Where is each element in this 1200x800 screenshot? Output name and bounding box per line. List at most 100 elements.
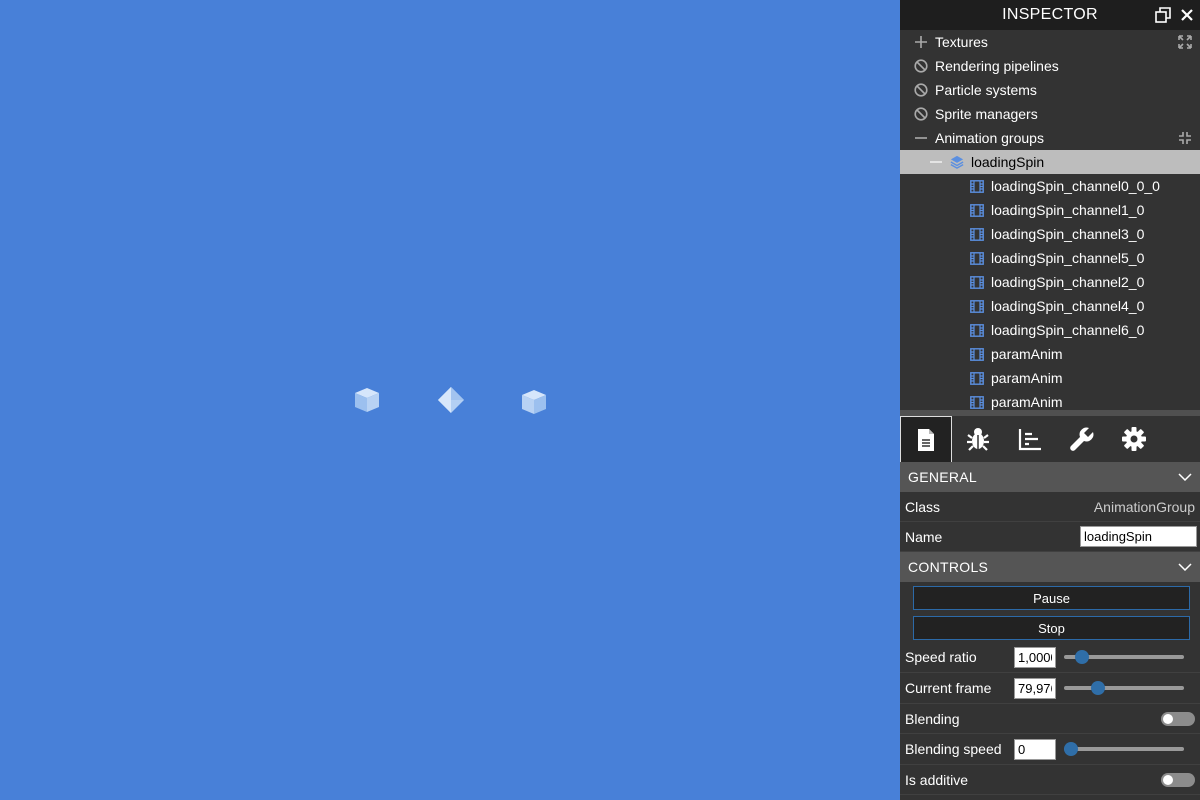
tree-category-sprite-managers[interactable]: Sprite managers xyxy=(900,102,1200,126)
general-section-header[interactable]: GENERAL xyxy=(900,462,1200,492)
tree-item-animation[interactable]: loadingSpin_channel0_0_0 xyxy=(900,174,1200,198)
pause-row: Pause xyxy=(900,582,1200,612)
class-value: AnimationGroup xyxy=(1093,498,1195,515)
stop-row: Stop xyxy=(900,612,1200,642)
chevron-down-icon xyxy=(1178,473,1192,481)
controls-section-header[interactable]: CONTROLS xyxy=(900,552,1200,582)
diamond-center xyxy=(438,387,464,413)
slider-thumb[interactable] xyxy=(1090,681,1105,695)
minus-icon[interactable] xyxy=(914,131,928,145)
inspector-title: INSPECTOR xyxy=(1002,6,1098,23)
speed-ratio-row: Speed ratio xyxy=(900,642,1200,673)
close-icon[interactable] xyxy=(1178,6,1196,24)
name-row: Name xyxy=(900,522,1200,552)
inspector-header: INSPECTOR xyxy=(900,0,1200,30)
section-title: CONTROLS xyxy=(908,559,989,575)
is-additive-row: Is additive xyxy=(900,765,1200,795)
stop-button[interactable]: Stop xyxy=(913,616,1190,640)
collapse-all-icon[interactable] xyxy=(1178,131,1192,145)
is-additive-toggle[interactable] xyxy=(1161,772,1195,787)
film-icon xyxy=(970,251,984,265)
tree-item-label: paramAnim xyxy=(991,370,1063,386)
tree-category-label: Sprite managers xyxy=(935,106,1038,122)
blending-speed-row: Blending speed xyxy=(900,734,1200,765)
current-frame-input[interactable] xyxy=(1014,677,1056,699)
tree-item-animation[interactable]: paramAnim xyxy=(900,342,1200,366)
current-frame-label: Current frame xyxy=(905,680,992,696)
chevron-down-icon xyxy=(1178,563,1192,571)
toggle-knob xyxy=(1163,774,1173,785)
slider-thumb[interactable] xyxy=(1074,650,1089,664)
blending-speed-input[interactable] xyxy=(1014,738,1056,760)
name-input[interactable] xyxy=(1080,526,1197,547)
blending-speed-label: Blending speed xyxy=(905,741,1002,757)
speed-ratio-input[interactable] xyxy=(1014,646,1056,668)
blending-label: Blending xyxy=(905,710,960,727)
inspector-tabs xyxy=(900,414,1200,462)
cube-right xyxy=(522,390,546,414)
popout-icon[interactable] xyxy=(1154,6,1172,24)
current-frame-row: Current frame xyxy=(900,673,1200,704)
scene-viewport[interactable] xyxy=(0,0,900,800)
speed-ratio-label: Speed ratio xyxy=(905,649,977,665)
slider-thumb[interactable] xyxy=(1064,742,1078,756)
film-icon xyxy=(970,203,984,217)
tree-item-animation[interactable]: loadingSpin_channel6_0 xyxy=(900,318,1200,342)
blending-toggle[interactable] xyxy=(1161,711,1195,726)
is-additive-label: Is additive xyxy=(905,771,969,788)
layers-icon xyxy=(950,155,964,169)
tree-category-particle-systems[interactable]: Particle systems xyxy=(900,78,1200,102)
film-icon xyxy=(970,299,984,313)
tab-debug[interactable] xyxy=(952,416,1004,462)
tab-tools[interactable] xyxy=(1056,416,1108,462)
inspector-panel: INSPECTOR Textures Rendering pipelines P… xyxy=(900,0,1200,800)
tree-item-animation[interactable]: loadingSpin_channel1_0 xyxy=(900,198,1200,222)
blending-row: Blending xyxy=(900,704,1200,734)
blending-speed-slider[interactable] xyxy=(1064,739,1184,759)
bug-icon xyxy=(967,428,989,451)
tree-item-label: loadingSpin_channel3_0 xyxy=(991,226,1145,242)
ban-icon xyxy=(914,107,928,121)
current-frame-slider[interactable] xyxy=(1064,678,1184,698)
tree-item-animation[interactable]: paramAnim xyxy=(900,366,1200,390)
tab-properties[interactable] xyxy=(900,416,952,462)
film-icon xyxy=(970,347,984,361)
tree-item-label: loadingSpin_channel0_0_0 xyxy=(991,178,1160,194)
tree-item-label: loadingSpin xyxy=(971,154,1045,170)
slider-track xyxy=(1064,747,1184,751)
cube-left xyxy=(355,388,379,412)
ban-icon xyxy=(914,83,928,97)
tab-settings[interactable] xyxy=(1108,416,1160,462)
minus-icon[interactable] xyxy=(929,155,943,169)
tree-item-animation[interactable]: loadingSpin_channel4_0 xyxy=(900,294,1200,318)
tree-item-label: paramAnim xyxy=(991,346,1063,362)
class-label: Class xyxy=(905,498,941,515)
gear-icon xyxy=(1122,427,1146,451)
tree-category-label: Particle systems xyxy=(935,82,1037,98)
tree-category-rendering-pipelines[interactable]: Rendering pipelines xyxy=(900,54,1200,78)
film-icon xyxy=(970,275,984,289)
tree-category-textures[interactable]: Textures xyxy=(900,30,1200,54)
tree-item-animation[interactable]: loadingSpin_channel2_0 xyxy=(900,270,1200,294)
tree-item-animation-group[interactable]: loadingSpin xyxy=(900,150,1200,174)
toggle-knob xyxy=(1163,713,1173,724)
film-icon xyxy=(970,323,984,337)
speed-ratio-slider[interactable] xyxy=(1064,647,1184,667)
class-row: Class AnimationGroup xyxy=(900,492,1200,522)
tree-category-label: Animation groups xyxy=(935,130,1044,146)
tree-item-animation[interactable]: loadingSpin_channel3_0 xyxy=(900,222,1200,246)
pause-button[interactable]: Pause xyxy=(913,586,1190,610)
tree-item-label: loadingSpin_channel4_0 xyxy=(991,298,1145,314)
tree-item-animation[interactable]: loadingSpin_channel5_0 xyxy=(900,246,1200,270)
tree-category-animation-groups[interactable]: Animation groups xyxy=(900,126,1200,150)
film-icon xyxy=(970,371,984,385)
tree-item-label: loadingSpin_channel5_0 xyxy=(991,250,1145,266)
tab-statistics[interactable] xyxy=(1004,416,1056,462)
plus-icon[interactable] xyxy=(914,35,928,49)
expand-all-icon[interactable] xyxy=(1178,35,1192,49)
wrench-icon xyxy=(1070,427,1094,451)
film-icon xyxy=(970,227,984,241)
film-icon xyxy=(970,179,984,193)
section-title: GENERAL xyxy=(908,469,978,485)
tree-item-label: loadingSpin_channel2_0 xyxy=(991,274,1145,290)
